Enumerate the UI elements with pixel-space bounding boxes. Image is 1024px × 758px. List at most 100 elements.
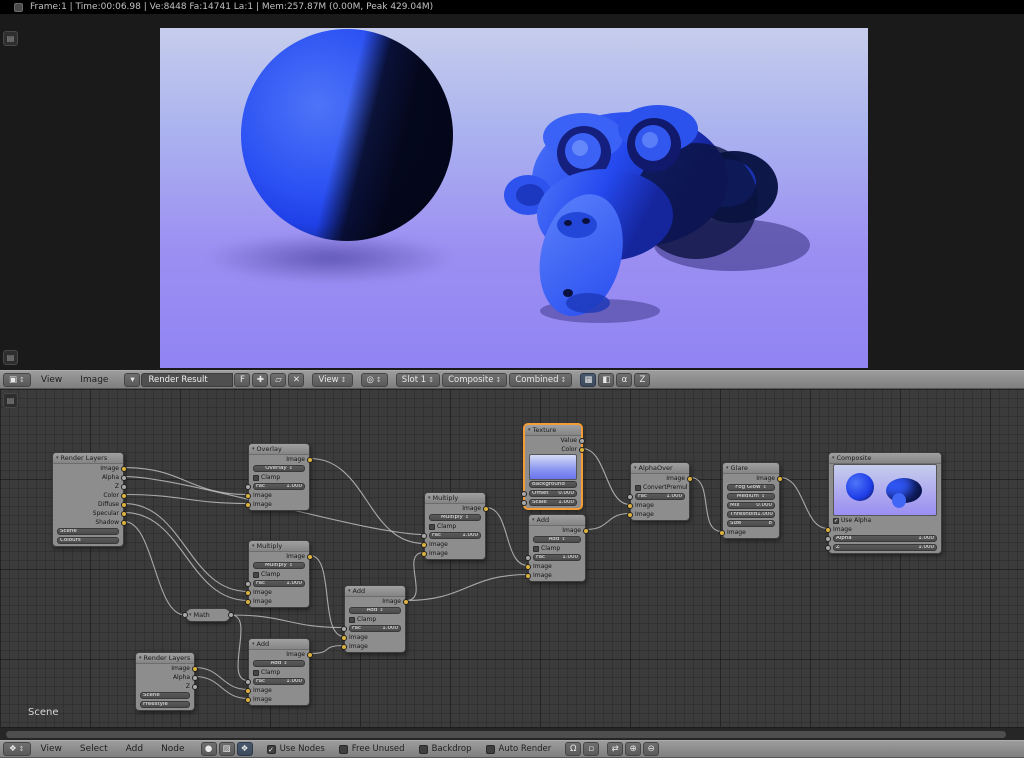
value-slider[interactable]: Mix0.000 — [727, 502, 775, 509]
zoom-out-button[interactable]: ⊖ — [643, 742, 659, 756]
output-socket[interactable] — [777, 476, 783, 482]
node-header[interactable]: ▾Render Layers — [136, 653, 194, 664]
texture-nodes-button[interactable]: ▨ — [219, 742, 235, 756]
input-socket[interactable] — [182, 612, 188, 618]
output-socket[interactable] — [121, 484, 127, 490]
checkbox-icon[interactable] — [253, 475, 259, 481]
node-cmp[interactable]: ▾Composite✓Use AlphaImageAlpha1.000Z1.00… — [828, 452, 942, 554]
output-socket[interactable] — [121, 502, 127, 508]
input-socket[interactable] — [245, 688, 251, 694]
datablock-field[interactable]: Colours — [57, 537, 119, 544]
output-socket[interactable] — [307, 652, 313, 658]
output-socket[interactable] — [583, 528, 589, 534]
checkbox-icon[interactable] — [533, 546, 539, 552]
input-socket[interactable] — [341, 635, 347, 641]
pivot-dropdown[interactable]: ◎ ↕ — [361, 373, 388, 387]
output-socket[interactable] — [121, 520, 127, 526]
region-menu-icon[interactable]: ▤ — [3, 393, 18, 408]
fake-user-button[interactable]: F — [234, 373, 250, 387]
node-header[interactable]: ▾Multiply — [249, 541, 309, 552]
input-socket[interactable] — [245, 590, 251, 596]
input-socket[interactable] — [245, 697, 251, 703]
region-menu-icon[interactable]: ▤ — [3, 350, 18, 365]
select-button[interactable]: Add↕ — [533, 536, 581, 543]
render-layer-dropdown[interactable]: Composite ↕ — [442, 373, 507, 387]
node-tex[interactable]: ▾TextureValueColorBackgroundOffset0.000S… — [524, 424, 582, 509]
checkbox-icon[interactable]: ✓ — [833, 518, 839, 524]
output-socket[interactable] — [121, 493, 127, 499]
checkbox-icon[interactable] — [635, 485, 641, 491]
value-slider[interactable]: Threshold1.000 — [727, 511, 775, 518]
value-slider[interactable]: Fac1.000 — [635, 493, 685, 500]
output-socket[interactable] — [121, 511, 127, 517]
node-header[interactable]: ▾Glare — [723, 463, 779, 474]
copy-buffer-button[interactable]: ⇄ — [607, 742, 623, 756]
browse-image-button[interactable]: ▾ — [124, 373, 140, 387]
output-socket[interactable] — [483, 506, 489, 512]
datablock-field[interactable]: Background — [529, 481, 577, 488]
input-socket[interactable] — [421, 542, 427, 548]
use-nodes-checkbox[interactable]: ✓ Use Nodes — [267, 744, 325, 754]
region-menu-icon[interactable]: ▤ — [3, 31, 18, 46]
node-ad2[interactable]: ▾AddImageAdd↕ClampFac1.000ImageImage — [248, 638, 310, 706]
output-socket[interactable] — [121, 475, 127, 481]
node-header[interactable]: ▾Add — [529, 515, 585, 526]
node-ma1[interactable]: ▾Math — [185, 608, 231, 622]
collapse-icon[interactable]: ▾ — [528, 427, 531, 433]
input-socket[interactable] — [525, 573, 531, 579]
value-slider[interactable]: Fac1.000 — [253, 483, 305, 490]
select-button[interactable]: Add↕ — [349, 607, 401, 614]
collapse-icon[interactable]: ▾ — [832, 455, 835, 461]
value-slider[interactable]: Fac1.000 — [533, 554, 581, 561]
menu-view[interactable]: View — [32, 375, 71, 385]
node-editor-region[interactable]: ▾Render LayersImageAlphaZColorDiffuseSpe… — [0, 389, 1024, 740]
render-pass-dropdown[interactable]: Combined ↕ — [509, 373, 572, 387]
menu-select[interactable]: Select — [71, 744, 117, 754]
collapse-icon[interactable]: ▾ — [726, 465, 729, 471]
collapse-icon[interactable]: ▾ — [56, 455, 59, 461]
menu-image[interactable]: Image — [71, 375, 117, 385]
checkbox-icon[interactable] — [253, 572, 259, 578]
auto-render-checkbox[interactable]: Auto Render — [486, 744, 552, 754]
node-ad3[interactable]: ▾AddImageAdd↕ClampFac1.000ImageImage — [528, 514, 586, 582]
collapse-icon[interactable]: ▾ — [139, 655, 142, 661]
draw-alpha-button[interactable]: α — [616, 373, 632, 387]
node-header[interactable]: ▾Multiply — [425, 493, 485, 504]
output-socket[interactable] — [121, 466, 127, 472]
input-socket[interactable] — [245, 599, 251, 605]
input-socket[interactable] — [341, 644, 347, 650]
input-socket[interactable] — [245, 502, 251, 508]
input-socket[interactable] — [521, 500, 527, 506]
checkbox-icon[interactable] — [253, 670, 259, 676]
node-header[interactable]: ▾Math — [186, 609, 230, 620]
select-button[interactable]: Multiply↕ — [253, 562, 305, 569]
collapse-icon[interactable]: ▾ — [252, 543, 255, 549]
node-ad1[interactable]: ▾AddImageAdd↕ClampFac1.000ImageImage — [344, 585, 406, 653]
image-name-field[interactable]: Render Result — [141, 373, 233, 387]
select-button[interactable]: Medium↕ — [727, 493, 775, 500]
node-header[interactable]: ▾Overlay — [249, 444, 309, 455]
output-socket[interactable] — [307, 457, 313, 463]
menu-add[interactable]: Add — [117, 744, 152, 754]
snap-button[interactable]: Ω — [565, 742, 581, 756]
value-slider[interactable]: Fac1.000 — [253, 580, 305, 587]
draw-color-button[interactable]: ◧ — [598, 373, 614, 387]
value-slider[interactable]: Size8 — [727, 520, 775, 527]
output-socket[interactable] — [579, 438, 585, 444]
value-slider[interactable]: Fac1.000 — [349, 625, 401, 632]
output-socket[interactable] — [192, 666, 198, 672]
output-socket[interactable] — [307, 554, 313, 560]
input-socket[interactable] — [245, 484, 251, 490]
input-socket[interactable] — [525, 555, 531, 561]
unlink-image-button[interactable]: ✕ — [288, 373, 304, 387]
node-ov1[interactable]: ▾OverlayImageOverlay↕ClampFac1.000ImageI… — [248, 443, 310, 511]
output-socket[interactable] — [403, 599, 409, 605]
select-button[interactable]: Multiply↕ — [429, 514, 481, 521]
collapse-icon[interactable]: ▾ — [348, 588, 351, 594]
horizontal-scrollbar[interactable] — [0, 727, 1024, 740]
input-socket[interactable] — [521, 491, 527, 497]
checkbox-icon[interactable] — [429, 524, 435, 530]
editor-type-button[interactable]: ❖ ↕ — [3, 742, 31, 756]
collapse-icon[interactable]: ▾ — [532, 517, 535, 523]
shader-nodes-button[interactable]: ● — [201, 742, 217, 756]
